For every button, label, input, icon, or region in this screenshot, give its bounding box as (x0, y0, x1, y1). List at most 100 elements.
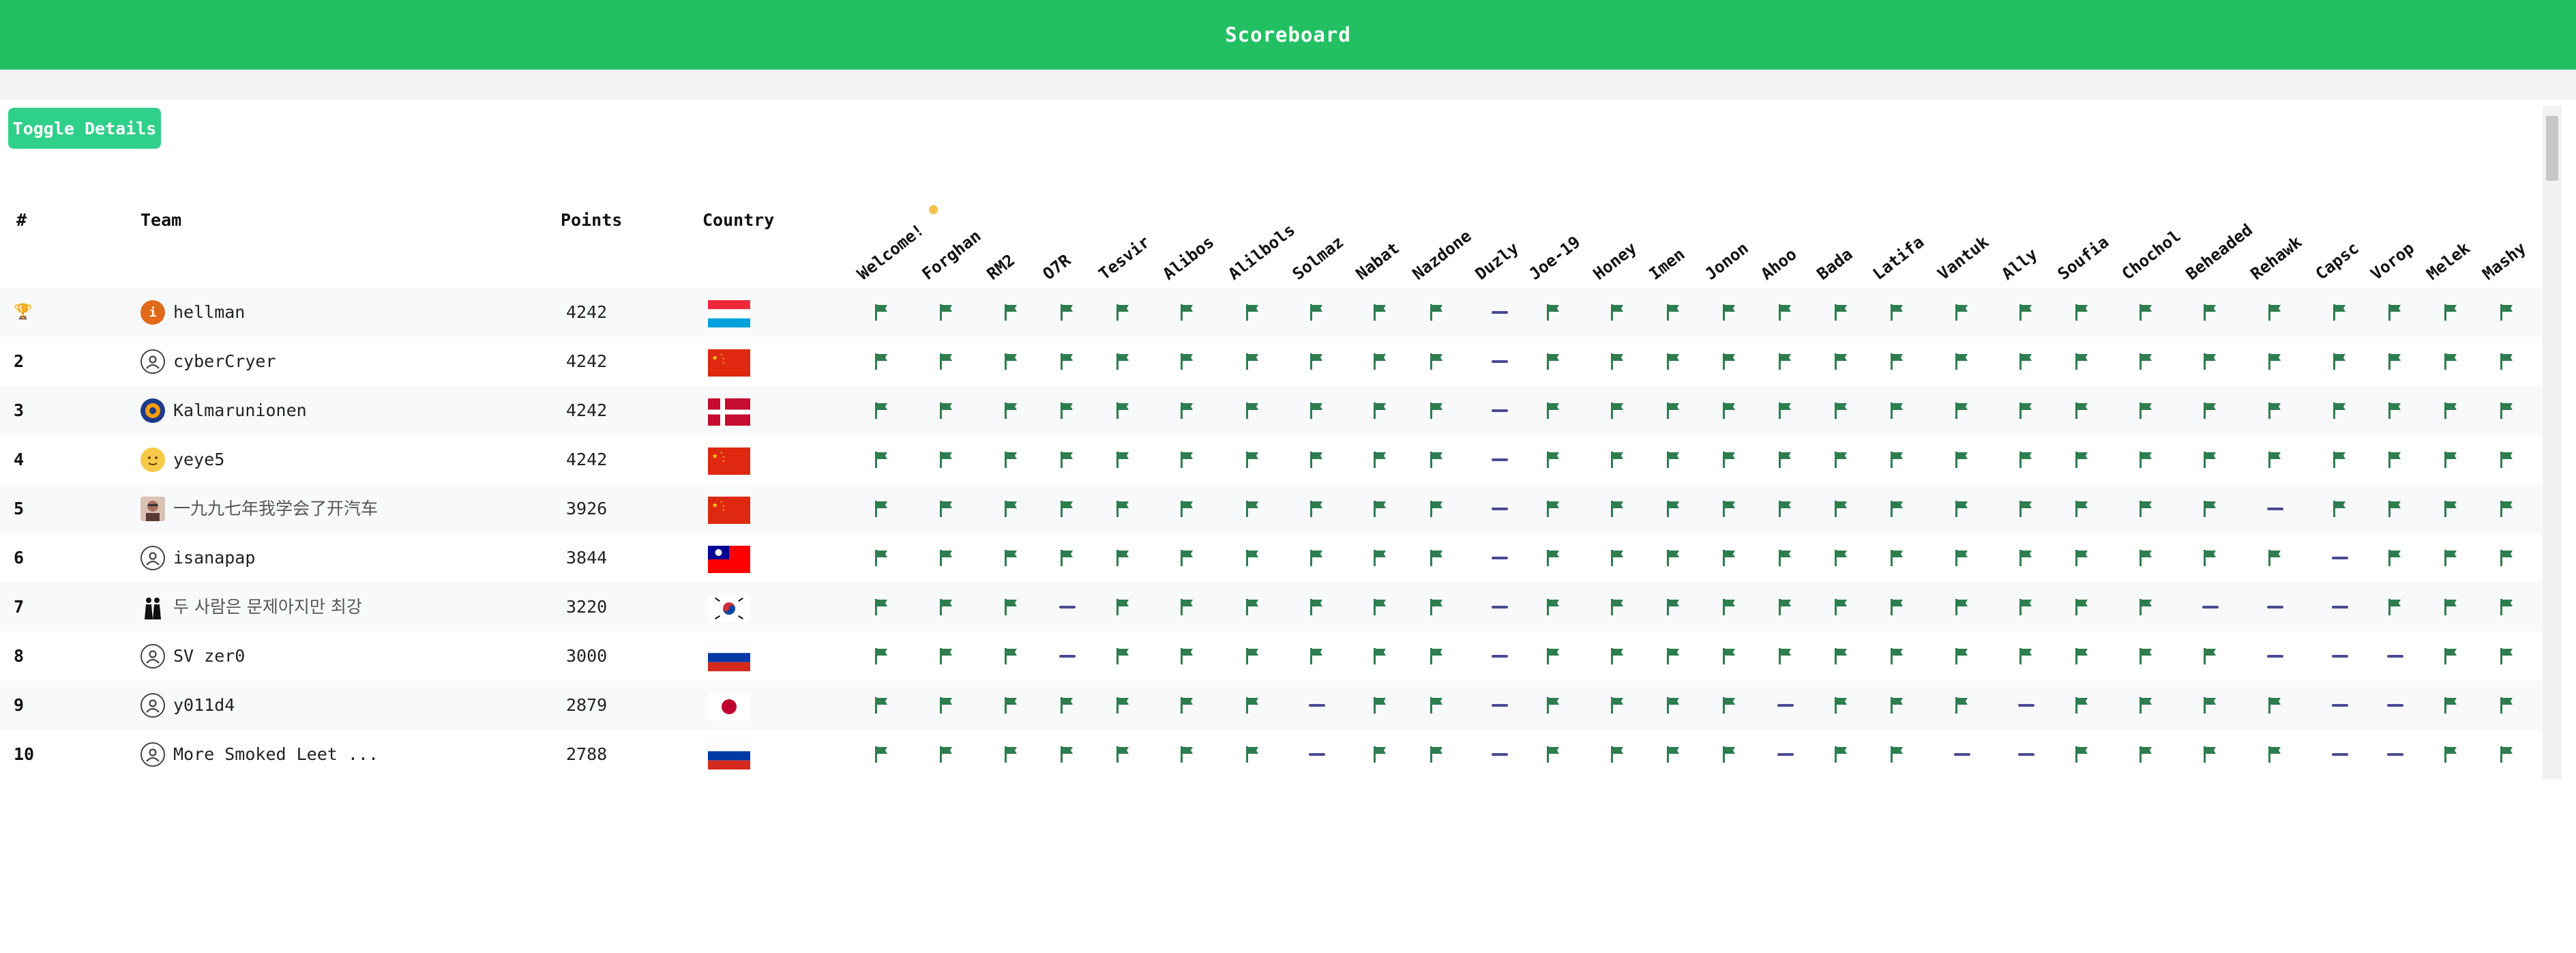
team-name-link[interactable]: yeye5 (173, 435, 224, 484)
solved-flag-icon (1775, 386, 1796, 435)
table-row: 🏆 i hellman 4242 (0, 288, 2543, 337)
solved-flag-icon (1719, 730, 1740, 779)
unsolved-dash (2016, 730, 2037, 779)
points-column-header[interactable]: Points (561, 210, 622, 230)
country-flag-icon (708, 300, 750, 327)
solved-flag-icon (1177, 484, 1198, 533)
solved-flag-icon (1307, 386, 1327, 435)
solved-flag-icon (1243, 288, 1263, 337)
team-name-link[interactable]: Kalmarunionen (173, 386, 307, 435)
top-bar: Scoreboard (0, 0, 2576, 70)
solved-flag-icon (1243, 730, 1263, 779)
solved-flag-icon (1775, 288, 1796, 337)
rank-cell: 8 (14, 646, 25, 666)
table-row: 4 yeye5 4242 ★ ★ ★ ★ (0, 435, 2543, 484)
team-name-link[interactable]: 一九九七年我学会了开汽车 (173, 484, 378, 533)
solved-flag-icon (2136, 435, 2157, 484)
solved-flag-icon (2016, 337, 2037, 386)
solved-flag-icon (1608, 632, 1628, 681)
solved-flag-icon (1663, 681, 1684, 730)
solved-flag-icon (2441, 484, 2461, 533)
solved-flag-icon (1427, 632, 1447, 681)
rank-cell: 5 (14, 499, 25, 518)
solved-flag-icon (872, 288, 892, 337)
solved-flag-icon (1543, 730, 1564, 779)
team-name-link[interactable]: y011d4 (173, 681, 235, 730)
solved-flag-icon (2497, 386, 2517, 435)
solved-flag-icon (1608, 337, 1628, 386)
solved-flag-icon (936, 288, 957, 337)
solved-flag-icon (1001, 583, 1022, 632)
solved-flag-icon (1543, 583, 1564, 632)
solved-flag-icon (1427, 288, 1447, 337)
solved-flag-icon (1427, 435, 1447, 484)
unsolved-dash (2265, 632, 2285, 681)
team-column-header[interactable]: Team (140, 210, 181, 230)
solved-flag-icon (1831, 632, 1852, 681)
solved-flag-icon (1663, 386, 1684, 435)
solved-flag-icon (2441, 337, 2461, 386)
unsolved-dash (1490, 288, 1510, 337)
solved-flag-icon (2200, 435, 2221, 484)
solved-flag-icon (936, 386, 957, 435)
scrollbar-thumb[interactable] (2546, 116, 2558, 181)
solved-flag-icon (1427, 681, 1447, 730)
solved-flag-icon (872, 484, 892, 533)
solved-flag-icon (1719, 681, 1740, 730)
team-name-link[interactable]: 두 사람은 문제아지만 최강 (173, 583, 362, 632)
table-row: 5 一九九七年我学会了开汽车 3926 ★ ★ ★ ★ (0, 484, 2543, 533)
solved-flag-icon (936, 533, 957, 583)
points-cell: 2788 (566, 744, 608, 764)
solved-flag-icon (1177, 435, 1198, 484)
solved-flag-icon (2136, 288, 2157, 337)
unsolved-dash (2330, 632, 2350, 681)
team-name-link[interactable]: isanapap (173, 533, 255, 583)
solved-flag-icon (1057, 435, 1078, 484)
team-name-link[interactable]: More Smoked Leet ... (173, 730, 379, 779)
solved-flag-icon (2200, 681, 2221, 730)
toggle-details-button[interactable]: Toggle Details (8, 108, 161, 149)
unsolved-dash (1490, 337, 1510, 386)
solved-flag-icon (2497, 632, 2517, 681)
points-cell: 3000 (566, 646, 608, 666)
country-flag-icon (708, 693, 750, 720)
solved-flag-icon (1887, 533, 1908, 583)
solved-flag-icon (1543, 337, 1564, 386)
solved-flag-icon (1370, 681, 1391, 730)
solved-flag-icon (1243, 337, 1263, 386)
solved-flag-icon (1307, 435, 1327, 484)
solved-flag-icon (1663, 533, 1684, 583)
solved-flag-icon (2136, 583, 2157, 632)
team-name-link[interactable]: hellman (173, 288, 245, 337)
team-name-link[interactable]: SV zer0 (173, 632, 245, 681)
unsolved-dash (2385, 632, 2405, 681)
solved-flag-icon (1831, 583, 1852, 632)
solved-flag-icon (2072, 288, 2092, 337)
solved-flag-icon (1719, 632, 1740, 681)
solved-flag-icon (1663, 288, 1684, 337)
solved-flag-icon (2200, 386, 2221, 435)
solved-flag-icon (2072, 435, 2092, 484)
user-icon (140, 742, 165, 767)
solved-flag-icon (2072, 337, 2092, 386)
solved-flag-icon (1113, 681, 1134, 730)
solved-flag-icon (1370, 583, 1391, 632)
solved-flag-icon (1001, 386, 1022, 435)
solved-flag-icon (1608, 288, 1628, 337)
unsolved-dash (1490, 533, 1510, 583)
solved-flag-icon (2441, 730, 2461, 779)
solved-flag-icon (1307, 533, 1327, 583)
unsolved-dash (2330, 533, 2350, 583)
table-row: 8 SV zer0 3000 (0, 632, 2543, 681)
scrollbar[interactable] (2543, 106, 2562, 779)
points-cell: 2879 (566, 695, 608, 715)
solved-flag-icon (1663, 730, 1684, 779)
user-icon (140, 546, 165, 570)
solved-flag-icon (2330, 337, 2350, 386)
team-name-link[interactable]: cyberCryer (173, 337, 276, 386)
unsolved-dash (1775, 681, 1796, 730)
solved-flag-icon (1608, 386, 1628, 435)
svg-text:★: ★ (712, 352, 718, 363)
solved-flag-icon (1307, 484, 1327, 533)
solved-flag-icon (2441, 681, 2461, 730)
